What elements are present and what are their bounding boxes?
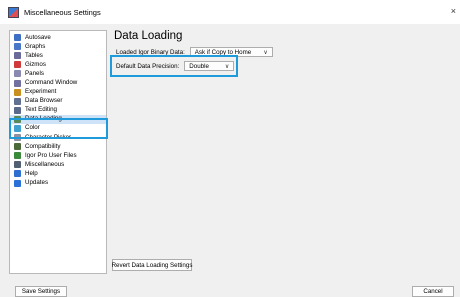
experiment-icon (14, 88, 21, 96)
command-window-icon (14, 79, 21, 87)
data-browser-icon (14, 97, 21, 105)
sidebar-item-label: Graphs (25, 42, 46, 50)
sidebar-item-label: Data Browser (25, 97, 63, 105)
compatibility-icon (14, 143, 21, 151)
sidebar-item-miscellaneous[interactable]: Miscellaneous (10, 160, 106, 169)
settings-category-list[interactable]: Autosave Graphs Tables Gizmos Panels Command … (9, 30, 107, 274)
precision-highlight-box (110, 55, 238, 77)
page-title: Data Loading (114, 30, 183, 42)
sidebar-item-igor-pro-user-files[interactable]: Igor Pro User Files (10, 151, 106, 160)
cancel-button[interactable]: Cancel (412, 286, 454, 297)
sidebar-item-help[interactable]: Help (10, 169, 106, 178)
tables-icon (14, 52, 21, 60)
sidebar-highlight-box (9, 118, 108, 139)
sidebar-item-label: Miscellaneous (25, 160, 65, 168)
sidebar-item-label: Updates (25, 179, 49, 187)
panels-icon (14, 70, 21, 78)
updates-icon (14, 179, 21, 187)
autosave-icon (14, 34, 21, 42)
help-icon (14, 170, 21, 178)
sidebar-item-label: Experiment (25, 88, 57, 96)
text-editing-icon (14, 106, 21, 114)
graphs-icon (14, 43, 21, 51)
sidebar-item-compatibility[interactable]: Compatibility (10, 142, 106, 151)
sidebar-item-updates[interactable]: Updates (10, 179, 106, 188)
sidebar-item-experiment[interactable]: Experiment (10, 88, 106, 97)
sidebar-item-label: Help (25, 169, 38, 177)
sidebar-item-graphs[interactable]: Graphs (10, 42, 106, 51)
save-settings-button[interactable]: Save Settings (15, 286, 67, 297)
sidebar-item-label: Autosave (25, 33, 51, 41)
revert-settings-button[interactable]: Revert Data Loading Settings (112, 259, 192, 271)
sidebar-item-label: Tables (25, 51, 43, 59)
user-files-icon (14, 152, 21, 160)
chevron-down-icon: ∨ (263, 49, 268, 56)
sidebar-item-text-editing[interactable]: Text Editing (10, 106, 106, 115)
sidebar-item-autosave[interactable]: Autosave (10, 33, 106, 42)
sidebar-item-data-browser[interactable]: Data Browser (10, 97, 106, 106)
close-icon[interactable]: × (451, 6, 456, 16)
app-icon (8, 6, 19, 18)
sidebar-item-tables[interactable]: Tables (10, 51, 106, 60)
sidebar-item-label: Panels (25, 69, 44, 77)
sidebar-item-label: Gizmos (25, 60, 46, 68)
sidebar-item-label: Igor Pro User Files (25, 151, 77, 159)
sidebar-item-gizmos[interactable]: Gizmos (10, 60, 106, 69)
sidebar-item-label: Command Window (25, 79, 78, 87)
sidebar-item-command-window[interactable]: Command Window (10, 78, 106, 87)
gizmos-icon (14, 61, 21, 69)
sidebar-item-label: Text Editing (25, 106, 57, 114)
miscellaneous-icon (14, 161, 21, 169)
title-bar: Miscellaneous Settings × (0, 0, 460, 24)
sidebar-item-label: Compatibility (25, 142, 61, 150)
sidebar-item-panels[interactable]: Panels (10, 69, 106, 78)
window-title: Miscellaneous Settings (24, 7, 101, 17)
